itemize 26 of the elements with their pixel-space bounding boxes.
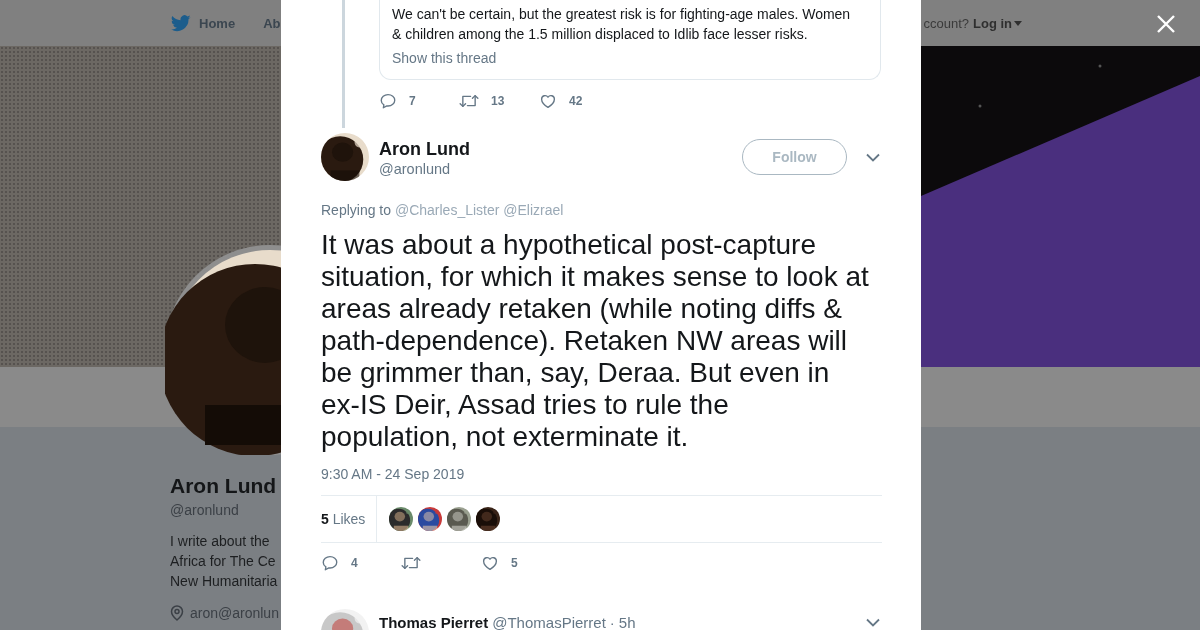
reply-author-name[interactable]: Thomas Pierret bbox=[379, 615, 489, 630]
nav-link[interactable]: Home bbox=[199, 15, 236, 31]
retweet-icon bbox=[401, 554, 421, 572]
bio-line: New Humanitaria bbox=[170, 572, 279, 591]
account-prompt: ccount? bbox=[923, 15, 969, 31]
tweet-text: We can't be certain, but the greatest risk is for fighting-age males. Women & children among the 1.5 million displaced to Idlib face lesser risks. bbox=[392, 5, 852, 44]
bio-line: Africa for The Ce bbox=[170, 552, 277, 571]
reply-icon bbox=[321, 554, 339, 572]
profile-location: aron@aronlun bbox=[190, 605, 279, 621]
nav-link[interactable]: Ab bbox=[263, 15, 281, 31]
caret-icon bbox=[1014, 20, 1022, 26]
login-link[interactable]: Log in bbox=[973, 15, 1022, 31]
profile-handle: @aronlund bbox=[170, 501, 240, 519]
reply-time[interactable]: 5h bbox=[618, 615, 636, 630]
bio-line: I write about the bbox=[170, 532, 271, 551]
likes-count[interactable]: 5 Likes bbox=[321, 496, 378, 542]
tweet-timestamp: 9:30 AM - 24 Sep 2019 bbox=[321, 465, 466, 483]
location-pin-icon bbox=[170, 605, 184, 621]
reply-author-handle[interactable]: @ThomasPierret bbox=[492, 615, 606, 630]
chevron-down-icon[interactable] bbox=[866, 618, 880, 627]
like-action[interactable]: 5 bbox=[481, 554, 561, 572]
heart-icon bbox=[481, 554, 499, 572]
separator-dot: · bbox=[609, 615, 615, 630]
profile-name: Aron Lund bbox=[170, 473, 278, 499]
close-icon[interactable] bbox=[1157, 15, 1175, 33]
reply-action[interactable]: 4 bbox=[321, 554, 401, 572]
